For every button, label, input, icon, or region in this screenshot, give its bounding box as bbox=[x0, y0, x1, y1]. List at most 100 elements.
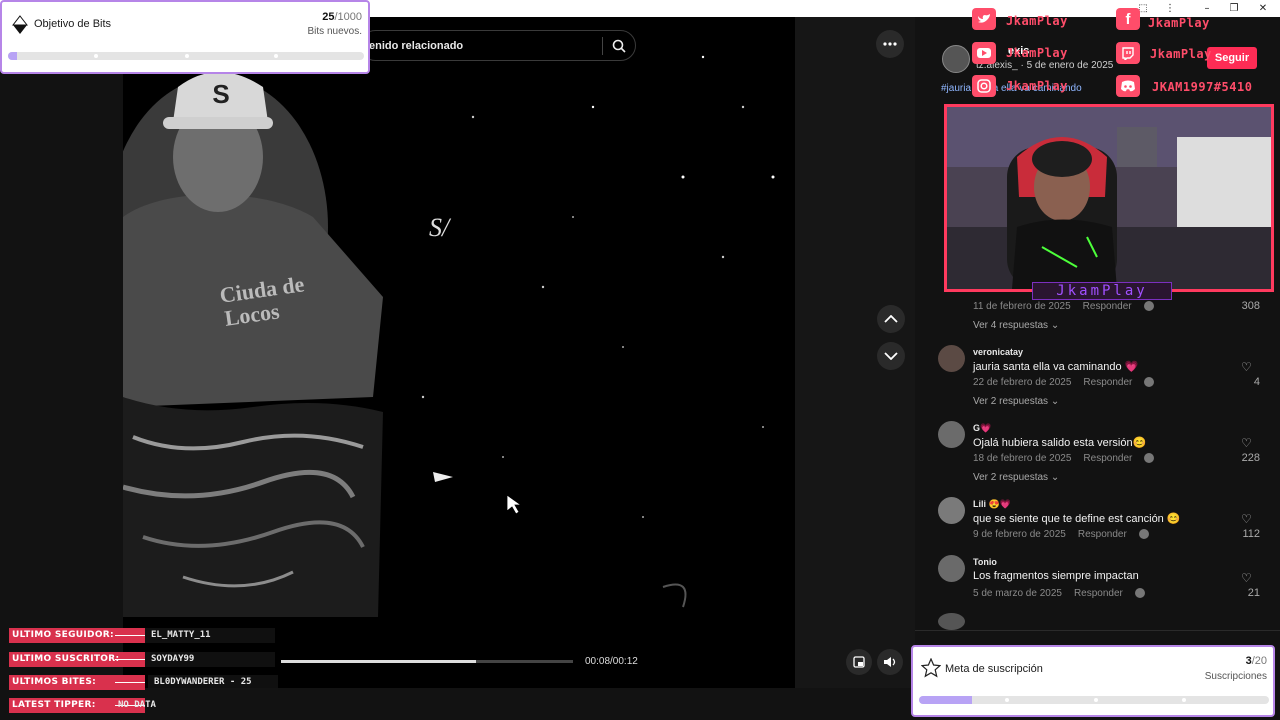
youtube-handle: JkamPlay bbox=[1006, 46, 1068, 60]
latest-follower-label: ULTIMO SEGUIDOR: bbox=[9, 628, 145, 643]
facebook-handle: JkamPlay bbox=[1148, 16, 1210, 30]
comment-avatar[interactable] bbox=[938, 497, 965, 524]
comment-meta: 5 de marzo de 2025 Responder bbox=[973, 588, 1145, 599]
like-count: 228 bbox=[1241, 452, 1260, 464]
webcam-image bbox=[947, 107, 1271, 289]
instagram-icon bbox=[972, 75, 996, 97]
heart-icon[interactable]: ♡ bbox=[1241, 571, 1252, 585]
minimize-icon[interactable]: – bbox=[1194, 0, 1220, 17]
comment-meta: 9 de febrero de 2025 Responder bbox=[973, 529, 1149, 540]
star-icon bbox=[920, 657, 942, 683]
view-replies-link[interactable]: Ver 4 respuestas ⌄ bbox=[973, 320, 1059, 331]
comment-avatar[interactable] bbox=[938, 345, 965, 372]
bits-goal-progress-fill bbox=[8, 52, 17, 60]
bits-goal-title: Objetivo de Bits bbox=[34, 18, 112, 30]
youtube-icon bbox=[972, 42, 996, 64]
comment-author[interactable]: Tonio bbox=[973, 557, 997, 567]
latest-subscriber-label: ULTIMO SUSCRITOR: bbox=[9, 652, 145, 667]
webcam-feed bbox=[944, 104, 1274, 292]
volume-icon[interactable] bbox=[877, 649, 903, 675]
video-frame: S Ciuda de Locos bbox=[123, 55, 775, 617]
comment-author[interactable]: veronicatay bbox=[973, 347, 1023, 357]
bits-goal-widget: Objetivo de Bits 25/1000 Bits nuevos. bbox=[0, 0, 370, 74]
progress-tick bbox=[185, 54, 189, 58]
video-time: 00:08/00:12 bbox=[585, 656, 638, 667]
heart-icon[interactable]: ♡ bbox=[1241, 360, 1252, 374]
comment-author[interactable]: G💗 bbox=[973, 423, 991, 434]
search-icon[interactable] bbox=[603, 30, 635, 61]
latest-follower-value: EL_MATTY_11 bbox=[145, 628, 275, 643]
view-replies-link[interactable]: Ver 2 respuestas ⌄ bbox=[973, 396, 1059, 407]
view-replies-link[interactable]: Ver 2 respuestas ⌄ bbox=[973, 472, 1059, 483]
author-avatar[interactable] bbox=[942, 45, 970, 73]
pip-icon[interactable] bbox=[846, 649, 872, 675]
latest-bits-label: ULTIMOS BITES: bbox=[9, 675, 145, 690]
diamond-icon bbox=[11, 15, 29, 40]
instagram-handle: JkamPlay bbox=[1006, 79, 1068, 93]
latest-subscriber-value: SOYDAY99 bbox=[145, 652, 275, 667]
comment-avatar[interactable] bbox=[938, 421, 965, 448]
subscription-goal-progress-fill bbox=[919, 696, 972, 704]
progress-tick bbox=[1005, 698, 1009, 702]
heart-icon[interactable]: ♡ bbox=[1241, 436, 1252, 450]
author-meta: tz.alexis_ · 5 de enero de 2025 bbox=[976, 60, 1114, 71]
subscription-goal-widget: Meta de suscripción 3/20 Suscripciones bbox=[911, 645, 1275, 717]
svg-text:S: S bbox=[212, 79, 229, 109]
twitter-icon bbox=[972, 8, 996, 30]
comment-text: jauria santa ella va caminando 💗 bbox=[973, 361, 1139, 373]
comment-text: que se siente que te define est canción … bbox=[973, 513, 1181, 525]
twitch-handle: JkamPlay bbox=[1150, 47, 1212, 61]
reply-link[interactable]: Responder bbox=[1083, 377, 1132, 388]
comment-author[interactable]: Lili 😍💗 bbox=[973, 499, 1011, 510]
progress-tick bbox=[1094, 698, 1098, 702]
progress-tick bbox=[1182, 698, 1186, 702]
left-strip bbox=[0, 17, 123, 720]
comment-meta: 18 de febrero de 2025 Responder bbox=[973, 453, 1155, 464]
restore-icon[interactable]: ❐ bbox=[1221, 0, 1247, 17]
discord-icon bbox=[1116, 75, 1140, 97]
webcam-name-plate: JkamPlay bbox=[1032, 282, 1172, 300]
comment-meta: 11 de febrero de 2025 Responder bbox=[973, 301, 1154, 312]
like-count: 308 bbox=[1241, 300, 1260, 312]
video-watermark: S/ bbox=[429, 213, 450, 242]
bits-goal-count: 25/1000 bbox=[322, 11, 362, 23]
comment-avatar[interactable] bbox=[938, 613, 965, 630]
twitter-handle: JkamPlay bbox=[1006, 14, 1068, 28]
reply-link[interactable]: Responder bbox=[1078, 529, 1127, 540]
progress-tick bbox=[94, 54, 98, 58]
creator-like-avatar bbox=[1144, 453, 1155, 464]
discord-handle: JKAM1997#5410 bbox=[1152, 80, 1253, 94]
twitch-icon bbox=[1116, 42, 1140, 64]
reply-link[interactable]: Responder bbox=[1083, 453, 1132, 464]
comment-text: Ojalá hubiera salido esta versión😊 bbox=[973, 437, 1147, 449]
comment-avatar[interactable] bbox=[938, 555, 965, 582]
subscription-goal-count: 3/20 bbox=[1245, 655, 1267, 667]
creator-like-avatar bbox=[1138, 529, 1149, 540]
subscription-goal-title: Meta de suscripción bbox=[945, 663, 1043, 675]
menu-dots-icon[interactable]: ⋮ bbox=[1157, 0, 1183, 17]
facebook-icon: f bbox=[1116, 8, 1140, 30]
creator-like-avatar bbox=[1134, 588, 1145, 599]
chevron-down-icon[interactable] bbox=[877, 342, 905, 370]
creator-like-avatar bbox=[1143, 301, 1154, 312]
search-bar[interactable]: enido relacionado bbox=[360, 30, 636, 61]
subscription-goal-subtitle: Suscripciones bbox=[1204, 671, 1267, 682]
heart-icon[interactable]: ♡ bbox=[1241, 512, 1252, 526]
reply-link[interactable]: Responder bbox=[1083, 301, 1132, 312]
chevron-up-icon[interactable] bbox=[877, 305, 905, 333]
like-count: 21 bbox=[1247, 587, 1260, 599]
video-progress-fill bbox=[281, 660, 476, 663]
reply-link[interactable]: Responder bbox=[1074, 588, 1123, 599]
bits-goal-subtitle: Bits nuevos. bbox=[307, 26, 362, 37]
like-count: 4 bbox=[1253, 376, 1260, 388]
search-input[interactable]: enido relacionado bbox=[361, 40, 602, 52]
video-progress-bar[interactable] bbox=[281, 660, 573, 663]
like-count: 112 bbox=[1242, 528, 1260, 540]
latest-bits-value: BL0DYWANDERER - 25 bbox=[148, 675, 278, 690]
more-options-icon[interactable] bbox=[876, 30, 904, 58]
close-icon[interactable]: ✕ bbox=[1250, 0, 1276, 17]
progress-tick bbox=[274, 54, 278, 58]
video-player[interactable]: S Ciuda de Locos S/ bbox=[123, 17, 795, 688]
follow-button[interactable]: Seguir bbox=[1207, 47, 1257, 69]
creator-like-avatar bbox=[1144, 377, 1155, 388]
